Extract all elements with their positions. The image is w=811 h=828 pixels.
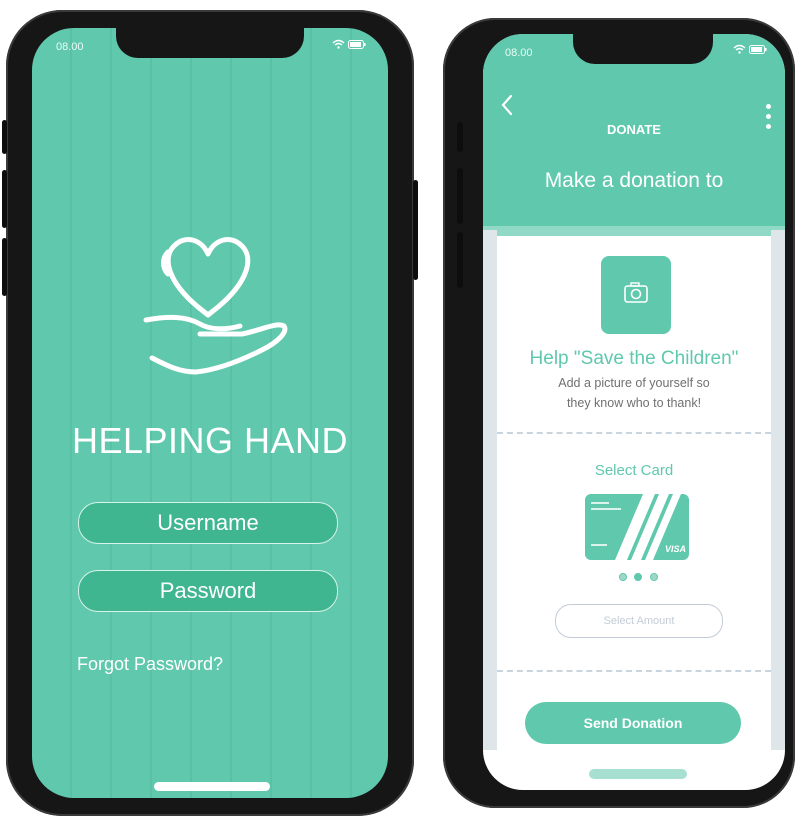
app-title: HELPING HAND (71, 420, 349, 461)
card-dot[interactable] (649, 573, 658, 581)
send-donation-button[interactable]: Send Donation (525, 702, 741, 744)
status-icons (733, 44, 767, 57)
mute-switch (2, 120, 7, 154)
battery-icon (749, 45, 767, 57)
heart-hand-icon (138, 212, 288, 382)
login-screen: 08.00 HELPING HAND Username Password For… (32, 28, 388, 798)
header-band (483, 226, 785, 236)
help-subtitle-line-2: they know who to thank! (566, 396, 702, 410)
forgot-password-link[interactable]: Forgot Password? (77, 654, 223, 675)
background-texture (32, 28, 388, 798)
donate-screen: 08.00 DONATE Make a donation to Help "Sa… (483, 34, 785, 790)
right-rail (771, 230, 785, 750)
wifi-icon (332, 38, 348, 52)
help-subtitle-line-1: Add a picture of yourself so (558, 376, 710, 390)
left-rail (483, 230, 497, 750)
select-card-label: Select Card (594, 462, 674, 479)
home-indicator[interactable] (589, 769, 687, 779)
help-title: Help "Save the Children" (529, 348, 739, 369)
volume-up-button (2, 170, 7, 228)
select-amount-field[interactable]: Select Amount (555, 604, 723, 638)
home-indicator[interactable] (154, 782, 270, 791)
divider (497, 670, 771, 672)
username-field[interactable]: Username (78, 502, 338, 544)
status-time: 08.00 (505, 47, 533, 59)
svg-text:VISA: VISA (665, 544, 686, 554)
card-dot[interactable] (619, 573, 627, 581)
card-dot-active[interactable] (634, 573, 643, 581)
notch (573, 34, 713, 64)
power-button (413, 180, 418, 280)
page-title: DONATE (607, 122, 661, 137)
wifi-icon (733, 44, 749, 57)
donate-phone-frame: 08.00 DONATE Make a donation to Help "Sa… (443, 18, 795, 808)
camera-icon (624, 282, 648, 303)
card-pager[interactable] (619, 568, 661, 586)
status-icons (332, 38, 366, 52)
status-time: 08.00 (56, 41, 84, 53)
password-field[interactable]: Password (78, 570, 338, 612)
battery-icon (348, 38, 366, 52)
volume-down-button (2, 238, 7, 296)
mute-switch (457, 122, 463, 152)
notch (116, 28, 304, 58)
back-arrow-icon[interactable] (501, 94, 513, 122)
divider (497, 432, 771, 434)
add-photo-button[interactable] (601, 256, 671, 334)
credit-card[interactable]: VISA (585, 494, 689, 560)
donation-heading: Make a donation to (544, 169, 724, 192)
volume-up-button (457, 168, 463, 224)
volume-down-button (457, 232, 463, 288)
login-phone-frame: 08.00 HELPING HAND Username Password For… (2, 10, 418, 816)
more-vert-icon[interactable] (766, 104, 771, 134)
